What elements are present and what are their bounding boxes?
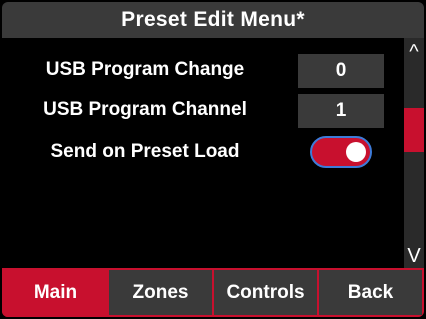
usb-program-change-value[interactable]: 0 <box>298 54 384 88</box>
usb-program-channel-value[interactable]: 1 <box>298 94 384 128</box>
toggle-knob <box>346 142 366 162</box>
title-bar: Preset Edit Menu* <box>2 2 424 38</box>
usb-program-channel-label: USB Program Channel <box>43 99 247 120</box>
send-on-preset-load-toggle[interactable] <box>310 136 372 168</box>
tab-main[interactable]: Main <box>2 268 109 317</box>
send-on-preset-load-row[interactable]: Send on Preset Load <box>2 136 404 172</box>
usb-program-channel-row[interactable]: USB Program Channel 1 <box>2 92 404 128</box>
page-title: Preset Edit Menu* <box>121 8 305 31</box>
tab-zones[interactable]: Zones <box>107 268 214 317</box>
scroll-up-arrow-icon[interactable]: ^ <box>404 42 424 62</box>
scrollbar[interactable]: ^ V <box>404 38 424 268</box>
tab-bar: Main Zones Controls Back <box>2 268 424 317</box>
send-on-preset-load-label: Send on Preset Load <box>50 141 240 162</box>
usb-program-change-label: USB Program Change <box>45 59 245 80</box>
settings-list: USB Program Change 0 USB Program Channel… <box>2 38 404 268</box>
usb-program-change-row[interactable]: USB Program Change 0 <box>2 52 404 88</box>
tab-back[interactable]: Back <box>317 268 424 317</box>
scroll-thumb[interactable] <box>404 108 424 152</box>
scroll-down-arrow-icon[interactable]: V <box>404 246 424 266</box>
device-screen: Preset Edit Menu* USB Program Change 0 U… <box>2 2 424 317</box>
tab-controls[interactable]: Controls <box>212 268 319 317</box>
